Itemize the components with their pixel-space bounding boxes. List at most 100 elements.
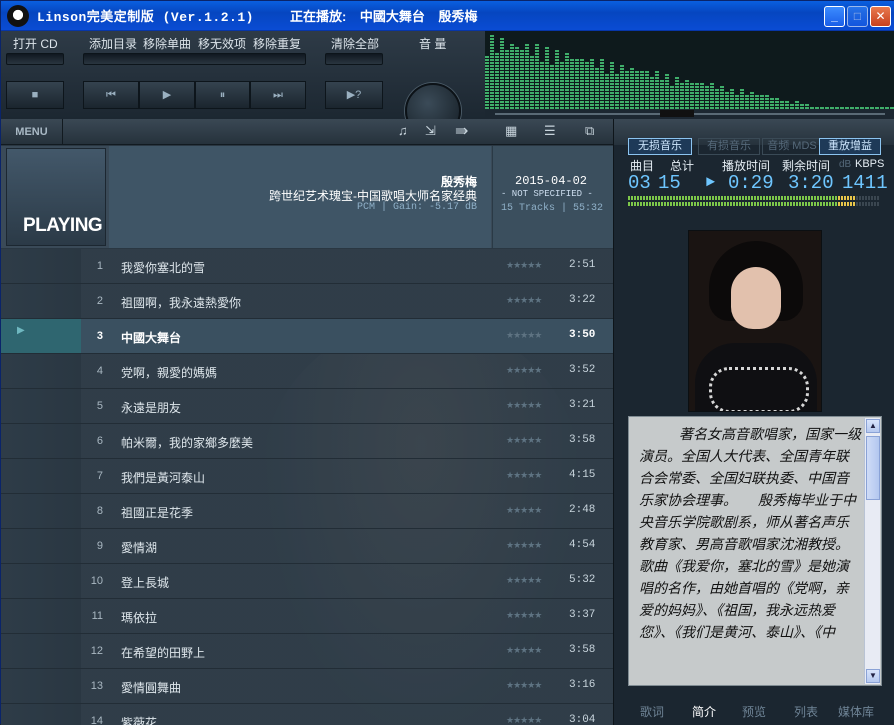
bio-scrollbar[interactable]: ▲ ▼ [864, 418, 880, 684]
spectrum-bar [575, 74, 579, 76]
seek-thumb[interactable] [660, 110, 694, 117]
list-view-icon[interactable]: ☰ [544, 123, 556, 139]
track-row[interactable]: 11 瑪依拉 ★★★★★ 3:37 [1, 599, 613, 634]
spectrum-bar [590, 80, 594, 82]
spectrum-bar [555, 65, 559, 67]
track-row[interactable]: 4 党啊，親愛的媽媽 ★★★★★ 3:52 [1, 354, 613, 389]
track-row[interactable]: 10 登上長城 ★★★★★ 5:32 [1, 564, 613, 599]
spectrum-bar [605, 104, 609, 106]
spectrum-bar [690, 89, 694, 91]
rating-stars[interactable]: ★★★★★ [506, 330, 542, 341]
spectrum-bar [510, 86, 514, 88]
track-row[interactable]: 1 我愛你塞北的雪 ★★★★★ 2:51 [1, 249, 613, 284]
scroll-thumb[interactable] [866, 436, 880, 500]
import-icon[interactable]: ⇲ [425, 123, 436, 139]
vu-segment [727, 202, 729, 206]
spectrum-bar [535, 65, 539, 67]
random-button[interactable]: ▶? [325, 81, 383, 109]
info-tab[interactable]: 列表 [794, 703, 818, 720]
title-bar[interactable]: Linson完美定制版 (Ver.1.2.1) 正在播放: 中國大舞台 殷秀梅 … [1, 1, 894, 31]
spectrum-bar [490, 74, 494, 76]
info-tab[interactable]: 预览 [742, 703, 766, 720]
add-dir-label[interactable]: 添加目录 [89, 35, 137, 52]
spectrum-bar [525, 53, 529, 55]
scroll-down-button[interactable]: ▼ [866, 669, 880, 683]
spectrum-bar [525, 62, 529, 64]
stop-button[interactable]: ■ [6, 81, 64, 109]
spectrum-bar [500, 104, 504, 106]
rating-stars[interactable]: ★★★★★ [506, 575, 542, 586]
rating-stars[interactable]: ★★★★★ [506, 400, 542, 411]
rating-stars[interactable]: ★★★★★ [506, 365, 542, 376]
track-row[interactable]: ▶ 3 中國大舞台 ★★★★★ 3:50 [1, 319, 613, 354]
artist-bio-box[interactable]: 著名女高音歌唱家，国家一级演员。全国人大代表、全国青年联合会常委、全国妇联执委、… [628, 416, 882, 686]
track-row[interactable]: 2 祖國啊，我永遠熱愛你 ★★★★★ 3:22 [1, 284, 613, 319]
minimize-button[interactable]: _ [824, 6, 845, 27]
track-row[interactable]: 9 愛情湖 ★★★★★ 4:54 [1, 529, 613, 564]
track-row[interactable]: 6 帕米爾，我的家鄉多麼美 ★★★★★ 3:58 [1, 424, 613, 459]
rating-stars[interactable]: ★★★★★ [506, 645, 542, 656]
rating-stars[interactable]: ★★★★★ [506, 505, 542, 516]
rating-stars[interactable]: ★★★★★ [506, 680, 542, 691]
open-cd-label[interactable]: 打开 CD [13, 35, 58, 52]
playlist-edit-buttons[interactable] [83, 53, 306, 65]
spectrum-bar [555, 98, 559, 100]
vu-segment [676, 202, 678, 206]
pause-button[interactable]: ⏸ [195, 81, 250, 109]
artist-portrait [688, 230, 822, 412]
rating-stars[interactable]: ★★★★★ [506, 540, 542, 551]
mode-button[interactable]: 音频 MDS [762, 138, 822, 155]
menu-button[interactable]: MENU [1, 119, 63, 145]
track-row[interactable]: 5 永遠是朋友 ★★★★★ 3:21 [1, 389, 613, 424]
spectrum-bar [560, 74, 564, 76]
spectrum-bar [640, 77, 644, 79]
forward-arrows-icon[interactable]: ⇛ [455, 121, 468, 141]
track-row[interactable]: 13 愛情圓舞曲 ★★★★★ 3:16 [1, 669, 613, 704]
spectrum-bar [530, 104, 534, 106]
seek-bar[interactable] [485, 109, 894, 119]
mode-button[interactable]: 有损音乐 [698, 138, 760, 155]
spectrum-bar [530, 56, 534, 58]
info-tab[interactable]: 媒体库 [838, 703, 874, 720]
track-row[interactable]: 14 紫薇花 ★★★★★ 3:04 [1, 704, 613, 725]
rating-stars[interactable]: ★★★★★ [506, 470, 542, 481]
spectrum-bar [645, 104, 649, 106]
remove-duplicate-label[interactable]: 移除重复 [253, 35, 301, 52]
spectrum-bar [495, 104, 499, 106]
mode-button[interactable]: 重放增益 [819, 138, 881, 155]
info-tab[interactable]: 歌词 [640, 703, 664, 720]
spectrum-bar [560, 80, 564, 82]
popout-icon[interactable]: ⧉ [585, 123, 594, 139]
track-row[interactable]: 7 我們是黃河泰山 ★★★★★ 4:15 [1, 459, 613, 494]
spectrum-bar [620, 86, 624, 88]
track-row[interactable]: 12 在希望的田野上 ★★★★★ 3:58 [1, 634, 613, 669]
vu-segment [652, 196, 654, 200]
maximize-button[interactable]: □ [847, 6, 868, 27]
spectrum-bar [525, 71, 529, 73]
music-note-icon[interactable]: ♫ [398, 123, 408, 138]
spectrum-bar [520, 104, 524, 106]
vu-segment [874, 196, 876, 200]
previous-button[interactable]: ⏮ [83, 81, 139, 109]
scroll-up-button[interactable]: ▲ [866, 419, 880, 433]
track-row[interactable]: 8 祖國正是花季 ★★★★★ 2:48 [1, 494, 613, 529]
spectrum-bar [685, 86, 689, 88]
vu-segment [751, 202, 753, 206]
clear-all-button[interactable] [325, 53, 383, 65]
play-button[interactable]: ▶ [139, 81, 195, 109]
rating-stars[interactable]: ★★★★★ [506, 435, 542, 446]
remove-invalid-label[interactable]: 移无效项 [198, 35, 246, 52]
next-button[interactable]: ⏭ [250, 81, 306, 109]
clear-all-label[interactable]: 清除全部 [331, 35, 379, 52]
open-cd-button[interactable] [6, 53, 64, 65]
remove-single-label[interactable]: 移除单曲 [143, 35, 191, 52]
info-tab[interactable]: 简介 [692, 703, 716, 720]
rating-stars[interactable]: ★★★★★ [506, 610, 542, 621]
rating-stars[interactable]: ★★★★★ [506, 260, 542, 271]
vu-segment [823, 202, 825, 206]
grid-view-icon[interactable]: ▦ [505, 123, 517, 139]
rating-stars[interactable]: ★★★★★ [506, 295, 542, 306]
mode-button[interactable]: 无损音乐 [628, 138, 692, 155]
spectrum-bar [605, 92, 609, 94]
close-button[interactable]: ✕ [870, 6, 891, 27]
